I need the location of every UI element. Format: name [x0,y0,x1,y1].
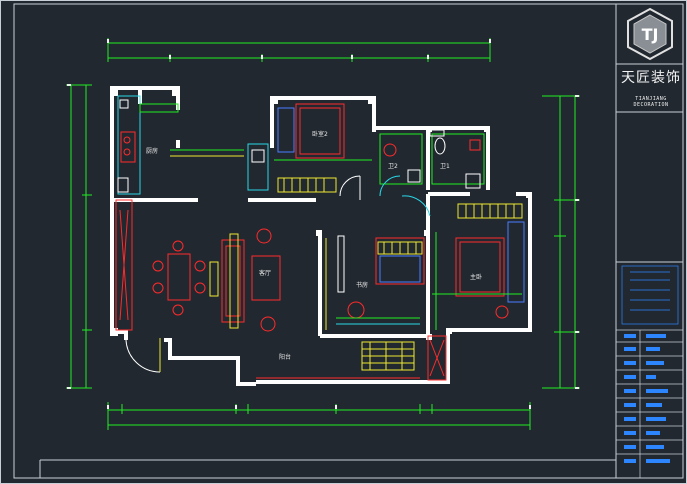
dimension-ticks [67,39,579,409]
logo-text: TJ [642,25,659,44]
room-label-study: 书房 [356,282,369,289]
kitchen-fixtures [117,95,269,195]
room-label-bathroom2: 卫2 [388,163,398,170]
company-logo-icon: TJ [627,7,673,61]
room-label-master: 主卧 [470,274,483,281]
bedroom2-fixtures [274,103,372,200]
bathroom-fixtures [379,129,485,217]
brand-name-cn: 天匠装饰 [621,70,681,86]
room-label-bedroom2: 卧室2 [312,131,328,138]
title-block-text-marks [624,334,670,463]
room-label-kitchen: 厨房 [146,148,159,155]
living-dining-fixtures [115,199,281,373]
floor-plan-drawing: TJ 天匠装饰 TIANJIANG DECORATION 厨房 卧室2 卫2 卫… [0,0,687,484]
master-bedroom-fixtures [432,203,525,330]
study-fixtures [325,235,425,330]
room-label-bathroom1: 卫1 [440,163,450,170]
floor-plan-svg [0,0,687,484]
drawing-border [13,3,617,479]
room-label-balcony: 阳台 [279,354,292,361]
room-label-living: 客厅 [259,270,272,277]
brand-name-en: TIANJIANG DECORATION [633,96,669,108]
